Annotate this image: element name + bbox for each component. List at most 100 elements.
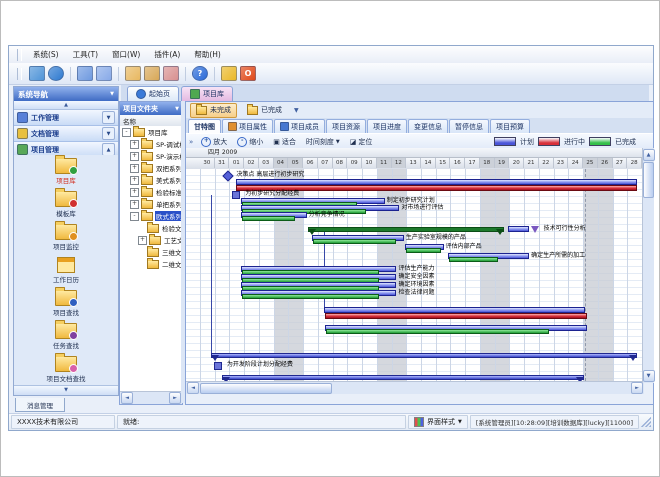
gantt-vertical-scrollbar[interactable]: ▲ ▼ — [642, 148, 654, 383]
fit-button[interactable]: ▣适合 — [269, 136, 300, 148]
expander-icon[interactable]: + — [130, 164, 139, 173]
gantt-tab-6[interactable]: 暂停信息 — [449, 119, 489, 133]
desktop-icon[interactable] — [29, 66, 45, 81]
expander-icon[interactable]: + — [130, 188, 139, 197]
window-cascade-icon[interactable] — [96, 66, 112, 81]
nav-bottom-collapse-button[interactable]: ▼ — [14, 385, 118, 395]
tree-node-4[interactable]: +美式系列 — [120, 174, 182, 186]
expander-icon[interactable]: + — [138, 236, 147, 245]
summary-bar[interactable] — [222, 375, 583, 380]
tree-node-0[interactable]: -项目库 — [120, 126, 182, 138]
nav-section-1[interactable]: 文档管理▼ — [14, 126, 118, 142]
scroll-right-icon[interactable]: ► — [169, 392, 181, 404]
menu-item-1[interactable]: 工具(T) — [66, 47, 105, 62]
sidebar-item-4[interactable]: 项目查找 — [14, 287, 118, 320]
nav-collapse-button[interactable]: ▲ — [14, 101, 118, 110]
sidebar-item-label: 项目库 — [56, 175, 76, 185]
expander-icon[interactable]: + — [130, 176, 139, 185]
scroll-down-icon[interactable]: ▼ — [643, 370, 655, 382]
tree-node-1[interactable]: +SP-调试机系 — [120, 138, 182, 150]
expander-icon[interactable]: - — [122, 128, 131, 137]
nav-section-0[interactable]: 工作管理▼ — [14, 110, 118, 126]
milestone-triangle-icon[interactable] — [531, 226, 539, 233]
gantt-tab-4[interactable]: 项目进度 — [367, 119, 407, 133]
expander-icon[interactable]: + — [130, 140, 139, 149]
menu-item-0[interactable]: 系统(S) — [26, 47, 66, 62]
gantt-tab-0[interactable]: 甘特图 — [188, 119, 221, 133]
filter-0[interactable]: 未完成 — [190, 103, 237, 118]
summary-bar[interactable] — [211, 353, 637, 358]
scrollbar-thumb[interactable] — [200, 383, 332, 394]
tree-node-11[interactable]: 二维文件 — [120, 258, 182, 270]
toolbar-overflow-icon[interactable]: » — [189, 138, 193, 146]
milestone-square-icon[interactable] — [214, 362, 222, 370]
sidebar-item-3[interactable]: 工作日历 — [14, 254, 118, 287]
gantt-tab-2[interactable]: 项目成员 — [274, 119, 325, 133]
document-tab-0[interactable]: 起始页 — [127, 86, 179, 101]
task-progress-bar — [326, 329, 548, 334]
chart-view-icon[interactable] — [163, 66, 179, 81]
message-management-tab[interactable]: 消息管理 — [15, 398, 65, 412]
tree-node-9[interactable]: +工艺文件 — [120, 234, 182, 246]
scroll-up-icon[interactable]: ▲ — [643, 149, 655, 161]
scroll-right-icon[interactable]: ► — [631, 382, 643, 394]
pin-icon[interactable]: ▼ — [110, 91, 114, 97]
sidebar-item-1[interactable]: 模板库 — [14, 188, 118, 221]
zoom-in-button[interactable]: +放大 — [197, 136, 231, 148]
toolbar-separator — [185, 67, 186, 81]
resize-grip[interactable] — [641, 417, 651, 427]
sidebar-item-6[interactable]: 项目文档查找 — [14, 353, 118, 385]
scroll-left-icon[interactable]: ◄ — [187, 382, 199, 394]
report-view-icon[interactable] — [125, 66, 141, 81]
document-tab-1[interactable]: 项目库 — [181, 86, 233, 101]
milestone-diamond-icon[interactable] — [222, 170, 233, 181]
lock-icon[interactable] — [221, 66, 237, 81]
sidebar-item-0[interactable]: 项目库 — [14, 155, 118, 188]
gantt-tab-5[interactable]: 变更信息 — [408, 119, 448, 133]
tree-node-6[interactable]: +单把系列 — [120, 198, 182, 210]
milestone-square-icon[interactable] — [232, 191, 240, 199]
tree-node-2[interactable]: +SP-演示机系 — [120, 150, 182, 162]
tree-node-7[interactable]: -欧式系列 — [120, 210, 182, 222]
exit-icon[interactable]: O — [240, 66, 256, 81]
gantt-tab-7[interactable]: 项目预算 — [490, 119, 530, 133]
scroll-left-icon[interactable]: ◄ — [121, 392, 133, 404]
tree-node-10[interactable]: 三维文件 — [120, 246, 182, 258]
sidebar-item-5[interactable]: 任务查找 — [14, 320, 118, 353]
menu-item-2[interactable]: 窗口(W) — [105, 47, 147, 62]
summary-bar[interactable] — [308, 227, 504, 232]
sidebar-item-label: 项目文档查找 — [47, 373, 86, 383]
task-bar[interactable] — [325, 313, 586, 319]
chevron-icon[interactable]: ▼ — [102, 127, 115, 140]
task-label: 确定生产所需的加工 — [531, 252, 585, 259]
tree-node-5[interactable]: +检验标准 — [120, 186, 182, 198]
zoom-out-button[interactable]: -缩小 — [233, 136, 267, 148]
help-icon[interactable]: ? — [192, 66, 208, 81]
time-scale-button[interactable]: 时间刻度▼ — [302, 136, 344, 148]
gantt-tab-3[interactable]: 项目资源 — [326, 119, 366, 133]
sidebar-item-2[interactable]: 项目监控 — [14, 221, 118, 254]
gantt-horizontal-scrollbar[interactable]: ◄ ► — [186, 381, 644, 394]
chevron-icon[interactable]: ▼ — [102, 111, 115, 124]
legend-swatch — [494, 137, 516, 146]
tree-node-8[interactable]: 检验文件 — [120, 222, 182, 234]
expander-icon[interactable]: + — [130, 152, 139, 161]
pin-icon[interactable]: ▼ — [175, 106, 179, 112]
tree-horizontal-scrollbar[interactable]: ◄ ► — [120, 391, 182, 404]
locate-button[interactable]: ◪定位 — [346, 136, 377, 148]
filter-1[interactable]: 已完成 — [241, 103, 288, 118]
calendar-view-icon[interactable] — [144, 66, 160, 81]
filter-more-icon[interactable]: ▼ — [294, 107, 299, 114]
menu-item-4[interactable]: 帮助(H) — [187, 47, 228, 62]
menu-grip — [17, 49, 22, 61]
scrollbar-thumb[interactable] — [643, 162, 654, 198]
expander-icon[interactable]: - — [130, 212, 139, 221]
gantt-tab-1[interactable]: 项目属性 — [222, 119, 273, 133]
menu-item-3[interactable]: 插件(A) — [147, 47, 187, 62]
task-bar[interactable] — [508, 226, 529, 232]
ui-style-button[interactable]: 界面样式 ▼ — [408, 415, 468, 429]
expander-icon[interactable]: + — [130, 200, 139, 209]
window-new-icon[interactable] — [77, 66, 93, 81]
network-globe-icon[interactable] — [48, 66, 64, 81]
tree-node-3[interactable]: +双把系列 — [120, 162, 182, 174]
